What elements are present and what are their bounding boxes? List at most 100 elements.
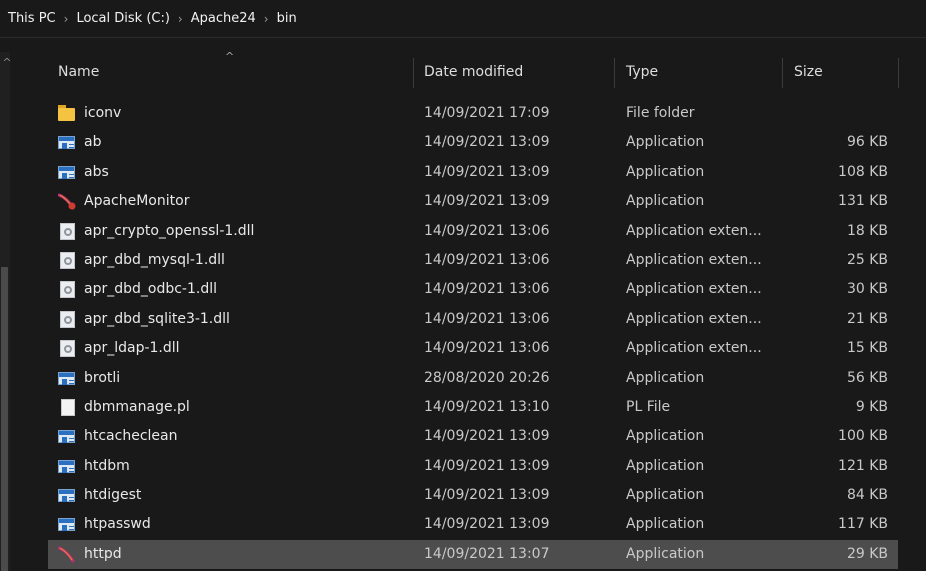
breadcrumb-local-disk[interactable]: Local Disk (C:) — [72, 11, 173, 26]
file-row[interactable]: htdigest 14/09/2021 13:09 Application 84 KB — [48, 481, 898, 510]
file-row[interactable]: apr_crypto_openssl-1.dll 14/09/2021 13:06… — [48, 217, 898, 246]
breadcrumb: This PC › Local Disk (C:) › Apache24 › b… — [0, 0, 926, 37]
file-size: 108 KB — [838, 163, 888, 180]
file-name: apr_dbd_odbc-1.dll — [84, 281, 217, 298]
file-size: 56 KB — [846, 369, 888, 386]
file-type: Application — [626, 487, 705, 504]
file-date-modified: 14/09/2021 13:09 — [424, 193, 550, 210]
application-icon — [58, 518, 75, 532]
file-type: Application exten... — [626, 222, 762, 239]
dll-icon — [60, 340, 75, 358]
column-header-date[interactable]: Date modified — [424, 52, 523, 92]
file-size: 9 KB — [855, 398, 888, 415]
file-type: Application — [626, 163, 705, 180]
file-size: 21 KB — [846, 310, 888, 327]
file-row[interactable]: htpasswd 14/09/2021 13:09 Application 117 K… — [48, 510, 898, 539]
file-type: Application — [626, 516, 705, 533]
breadcrumb-separator-icon[interactable]: › — [260, 12, 273, 26]
file-row[interactable]: htdbm 14/09/2021 13:09 Application 121 KB — [48, 452, 898, 481]
file-name: htpasswd — [84, 516, 151, 533]
file-date-modified: 14/09/2021 13:06 — [424, 281, 550, 298]
file-type: Application — [626, 457, 705, 474]
file-size: 84 KB — [846, 487, 888, 504]
column-header-size[interactable]: Size — [794, 52, 823, 92]
file-name: httpd — [84, 545, 122, 562]
file-date-modified: 14/09/2021 13:06 — [424, 310, 550, 327]
file-row[interactable]: httpd 14/09/2021 13:07 Application 29 KB — [48, 539, 898, 570]
file-row[interactable]: dbmmanage.pl 14/09/2021 13:10 PL File 9 KB — [48, 393, 898, 422]
file-name: ab — [84, 134, 102, 151]
column-divider[interactable] — [413, 58, 414, 88]
breadcrumb-separator-icon[interactable]: › — [60, 12, 73, 26]
file-name: dbmmanage.pl — [84, 398, 190, 415]
file-row[interactable]: apr_dbd_sqlite3-1.dll 14/09/2021 13:06 App… — [48, 305, 898, 334]
file-date-modified: 14/09/2021 13:09 — [424, 163, 550, 180]
file-date-modified: 14/09/2021 17:09 — [424, 105, 550, 121]
column-divider[interactable] — [782, 58, 783, 88]
dll-icon — [60, 310, 75, 328]
file-size: 131 KB — [838, 193, 888, 210]
file-row[interactable]: apr_dbd_mysql-1.dll 14/09/2021 13:06 Appli… — [48, 246, 898, 275]
file-type: Application — [626, 428, 705, 445]
column-divider[interactable] — [898, 58, 899, 88]
application-icon — [58, 165, 75, 179]
application-icon — [58, 430, 75, 444]
file-date-modified: 14/09/2021 13:06 — [424, 251, 550, 268]
file-type: Application — [626, 369, 705, 386]
dll-icon — [60, 222, 75, 240]
breadcrumb-this-pc[interactable]: This PC — [0, 11, 60, 26]
file-row[interactable]: htcacheclean 14/09/2021 13:09 Application 1… — [48, 422, 898, 451]
file-size: 100 KB — [838, 428, 888, 445]
scroll-up-icon[interactable]: ^ — [0, 56, 14, 70]
file-row[interactable]: abs 14/09/2021 13:09 Application 108 KB — [48, 158, 898, 187]
file-date-modified: 14/09/2021 13:10 — [424, 398, 550, 415]
file-size: 29 KB — [846, 545, 888, 562]
file-row[interactable]: ApacheMonitor 14/09/2021 13:09 Application… — [48, 187, 898, 216]
file-name: abs — [84, 163, 109, 180]
file-type: File folder — [626, 105, 695, 121]
file-name: iconv — [84, 105, 122, 121]
sort-ascending-icon: ^ — [225, 50, 235, 63]
file-name: brotli — [84, 369, 121, 386]
breadcrumb-apache24[interactable]: Apache24 — [187, 11, 260, 26]
file-type: Application — [626, 193, 705, 210]
file-size: 96 KB — [846, 134, 888, 151]
file-size: 117 KB — [838, 516, 888, 533]
file-row[interactable]: ab 14/09/2021 13:09 Application 96 KB — [48, 128, 898, 157]
file-name: apr_dbd_mysql-1.dll — [84, 251, 225, 268]
file-date-modified: 14/09/2021 13:09 — [424, 428, 550, 445]
file-size: 15 KB — [846, 340, 888, 357]
file-icon — [61, 398, 75, 416]
column-header-name[interactable]: Name — [58, 52, 99, 92]
breadcrumb-divider — [0, 37, 926, 38]
apache-feather-icon — [58, 546, 76, 563]
column-header-type[interactable]: Type — [626, 52, 658, 92]
apache-monitor-icon — [58, 193, 76, 210]
file-size: 18 KB — [846, 222, 888, 239]
file-row[interactable]: brotli 28/08/2020 20:26 Application 56 KB — [48, 364, 898, 393]
breadcrumb-separator-icon[interactable]: › — [174, 12, 187, 26]
file-name: htcacheclean — [84, 428, 178, 445]
file-row[interactable]: apr_dbd_odbc-1.dll 14/09/2021 13:06 Applic… — [48, 275, 898, 304]
file-date-modified: 14/09/2021 13:06 — [424, 340, 550, 357]
file-date-modified: 14/09/2021 13:09 — [424, 457, 550, 474]
file-date-modified: 14/09/2021 13:09 — [424, 134, 550, 151]
file-name: apr_crypto_openssl-1.dll — [84, 222, 255, 239]
file-type: PL File — [626, 398, 671, 415]
file-name: apr_ldap-1.dll — [84, 340, 180, 357]
file-date-modified: 14/09/2021 13:06 — [424, 222, 550, 239]
file-size: 25 KB — [846, 251, 888, 268]
file-row[interactable]: apr_ldap-1.dll 14/09/2021 13:06 Applicatio… — [48, 334, 898, 363]
dll-icon — [60, 281, 75, 299]
file-date-modified: 28/08/2020 20:26 — [424, 369, 550, 386]
file-size: 30 KB — [846, 281, 888, 298]
column-divider[interactable] — [614, 58, 615, 88]
application-icon — [58, 136, 75, 150]
breadcrumb-bin[interactable]: bin — [273, 11, 301, 26]
file-name: htdigest — [84, 487, 142, 504]
file-date-modified: 14/09/2021 13:07 — [424, 545, 550, 562]
application-icon — [58, 459, 75, 473]
scrollbar-thumb[interactable] — [1, 267, 8, 571]
file-size: 121 KB — [838, 457, 888, 474]
file-row[interactable]: iconv 14/09/2021 17:09 File folder — [48, 99, 898, 128]
